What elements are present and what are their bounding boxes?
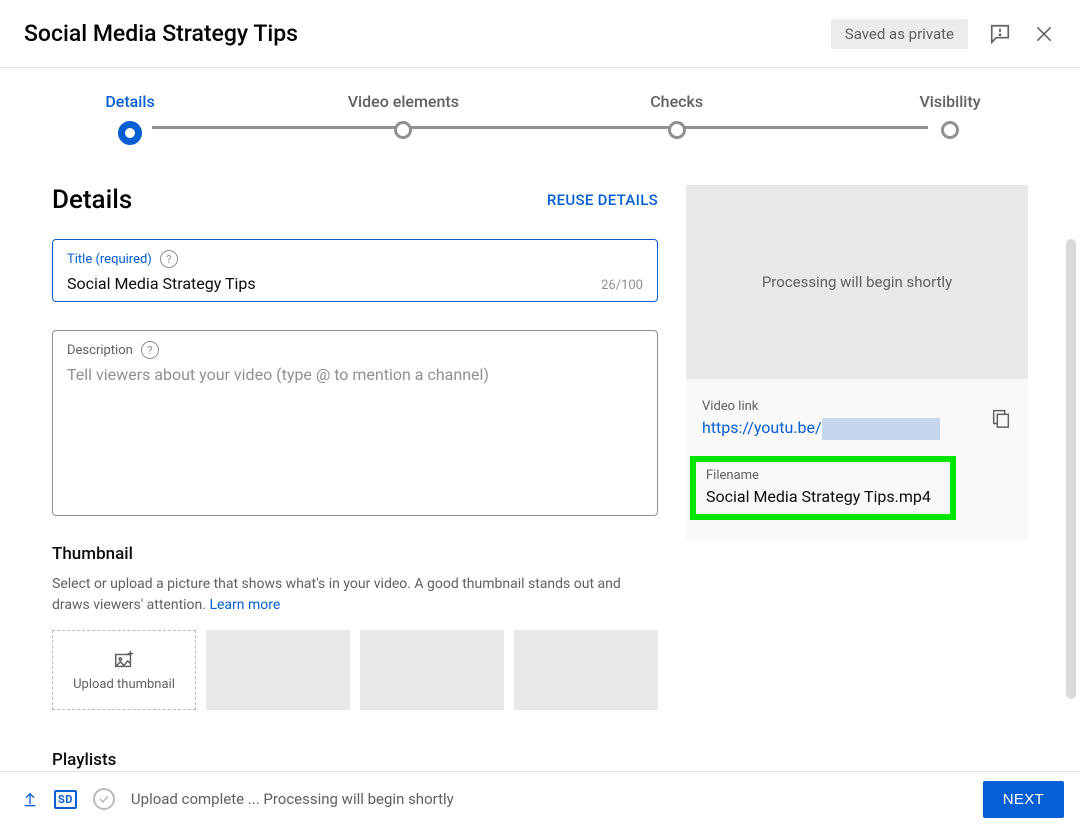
footer-status-text: Upload complete ... Processing will begi… (131, 790, 454, 808)
processing-text: Processing will begin shortly (762, 273, 952, 291)
video-link-id-redacted (822, 418, 940, 440)
filename-value: Social Media Strategy Tips.mp4 (706, 487, 940, 506)
header-actions: Saved as private (831, 19, 1056, 49)
description-label: Description (67, 343, 133, 358)
title-field[interactable]: Title (required) ? 26/100 (52, 239, 658, 302)
description-input[interactable] (67, 365, 643, 505)
video-link[interactable]: https://youtu.be/ (702, 418, 940, 440)
feedback-icon[interactable] (988, 22, 1012, 46)
content: Details REUSE DETAILS Title (required) ?… (0, 145, 1080, 780)
thumbnail-description: Select or upload a picture that shows wh… (52, 574, 658, 616)
stepper-line (152, 126, 928, 129)
description-label-row: Description ? (67, 341, 643, 359)
upload-icon (22, 789, 38, 809)
step-label: Visibility (919, 92, 980, 111)
scrollbar[interactable] (1066, 239, 1076, 699)
thumbnail-slot (206, 630, 350, 710)
content-scroll: Details REUSE DETAILS Title (required) ?… (0, 145, 1080, 781)
preview-column: Processing will begin shortly Video link… (686, 185, 1028, 780)
step-dot (394, 121, 412, 139)
filename-label: Filename (706, 468, 940, 483)
help-icon[interactable]: ? (160, 250, 178, 268)
reuse-details-button[interactable]: REUSE DETAILS (547, 191, 658, 209)
save-status-badge: Saved as private (831, 19, 968, 49)
playlists-heading: Playlists (52, 750, 658, 770)
thumbnail-slot (360, 630, 504, 710)
video-link-prefix: https://youtu.be/ (702, 418, 822, 437)
title-char-count: 26/100 (601, 278, 643, 293)
dialog-title: Social Media Strategy Tips (24, 20, 298, 47)
title-input[interactable] (67, 274, 643, 293)
thumbnail-row: Upload thumbnail (52, 630, 658, 710)
learn-more-link[interactable]: Learn more (209, 597, 280, 613)
upload-thumbnail-button[interactable]: Upload thumbnail (52, 630, 196, 710)
image-add-icon (113, 649, 135, 671)
step-dot (118, 121, 142, 145)
video-link-label: Video link (702, 399, 940, 414)
close-icon[interactable] (1032, 22, 1056, 46)
filename-block: Filename Social Media Strategy Tips.mp4 (690, 456, 956, 520)
thumbnail-desc-text: Select or upload a picture that shows wh… (52, 576, 621, 613)
step-label: Video elements (348, 92, 459, 111)
details-column: Details REUSE DETAILS Title (required) ?… (52, 185, 658, 780)
dialog-footer: SD Upload complete ... Processing will b… (0, 771, 1080, 826)
section-header: Details REUSE DETAILS (52, 185, 658, 215)
check-icon (93, 788, 115, 810)
help-icon[interactable]: ? (141, 341, 159, 359)
step-dot (668, 121, 686, 139)
thumbnail-heading: Thumbnail (52, 544, 658, 564)
upload-thumbnail-label: Upload thumbnail (73, 677, 175, 692)
copy-icon[interactable] (990, 407, 1012, 433)
next-button[interactable]: NEXT (983, 781, 1064, 818)
dialog-header: Social Media Strategy Tips Saved as priv… (0, 0, 1080, 68)
title-label: Title (required) (67, 252, 152, 267)
sd-badge: SD (54, 790, 77, 809)
step-dot (941, 121, 959, 139)
video-preview: Processing will begin shortly (686, 185, 1028, 379)
step-label: Checks (650, 92, 703, 111)
thumbnail-slot (514, 630, 658, 710)
step-label: Details (105, 92, 154, 111)
video-link-block: Video link https://youtu.be/ (702, 399, 940, 440)
section-title: Details (52, 185, 132, 215)
video-link-row: Video link https://youtu.be/ (702, 399, 1012, 440)
description-field[interactable]: Description ? (52, 330, 658, 516)
preview-meta: Video link https://youtu.be/ Filename So… (686, 379, 1028, 540)
progress-stepper: Details Video elements Checks Visibility (0, 68, 1080, 145)
footer-status-group: SD Upload complete ... Processing will b… (22, 788, 454, 810)
title-label-row: Title (required) ? (67, 250, 643, 268)
